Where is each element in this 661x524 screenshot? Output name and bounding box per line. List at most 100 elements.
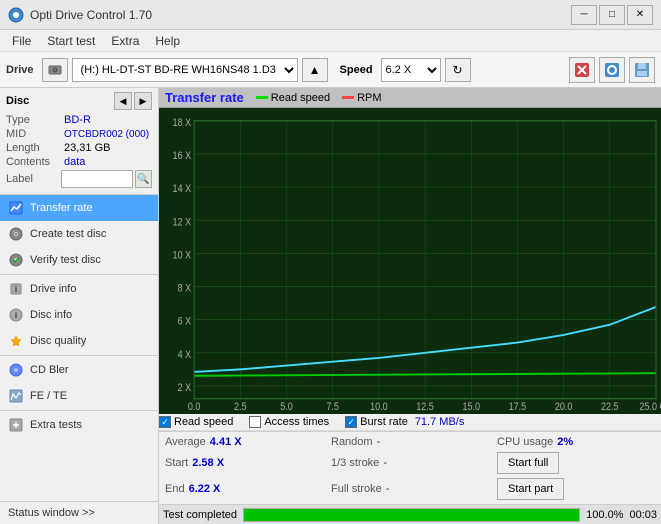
toolbar: Drive (H:) HL-DT-ST BD-RE WH16NS48 1.D3 … [0, 52, 661, 88]
main-layout: Disc ◀ ▶ Type BD-R MID OTCBDR002 (000) L… [0, 88, 661, 524]
full-stroke-val: - [386, 483, 390, 495]
save-button[interactable] [629, 57, 655, 83]
nav-divider-3 [0, 410, 158, 411]
speed-select[interactable]: 6.2 X [381, 58, 441, 82]
nav-create-test-disc[interactable]: Create test disc [0, 221, 158, 247]
progress-track [243, 508, 580, 522]
stroke1-stat: 1/3 stroke - [331, 452, 489, 474]
maximize-button[interactable]: □ [599, 5, 625, 25]
type-value: BD-R [64, 114, 91, 126]
stats-row-3: End 6.22 X Full stroke - Start part [165, 477, 655, 501]
nav-transfer-rate[interactable]: Transfer rate [0, 195, 158, 221]
speed-label: Speed [340, 64, 373, 76]
nav-verify-test-disc[interactable]: Verify test disc [0, 247, 158, 273]
close-button[interactable]: ✕ [627, 5, 653, 25]
nav-disc-info[interactable]: i Disc info [0, 302, 158, 328]
svg-text:0.0: 0.0 [188, 401, 201, 413]
legend-read-speed: Read speed [256, 92, 330, 104]
extra-tests-icon [8, 417, 24, 433]
transfer-rate-icon [8, 200, 24, 216]
start-full-stat: Start full [497, 452, 655, 474]
svg-text:14 X: 14 X [173, 183, 192, 195]
erase-button[interactable] [569, 57, 595, 83]
menu-bar: File Start test Extra Help [0, 30, 661, 52]
stroke1-key: 1/3 stroke [331, 457, 379, 469]
nav-create-disc-label: Create test disc [30, 228, 106, 240]
cd-bler-icon [8, 362, 24, 378]
svg-text:8 X: 8 X [178, 283, 192, 295]
disc-next-btn[interactable]: ▶ [134, 92, 152, 110]
start-full-button[interactable]: Start full [497, 452, 559, 474]
window-controls: ─ □ ✕ [571, 5, 653, 25]
end-key: End [165, 483, 185, 495]
stats-row-1: Average 4.41 X Random - CPU usage 2% [165, 435, 655, 449]
svg-text:20.0: 20.0 [555, 401, 573, 413]
menu-help[interactable]: Help [147, 32, 188, 50]
start-part-button[interactable]: Start part [497, 478, 564, 500]
full-stroke-key: Full stroke [331, 483, 382, 495]
legend-read-label: Read speed [271, 92, 330, 104]
svg-text:10 X: 10 X [173, 250, 192, 262]
legend-rpm: RPM [342, 92, 381, 104]
svg-text:18 X: 18 X [173, 117, 192, 129]
nav-cd-bler[interactable]: CD Bler [0, 357, 158, 383]
menu-extra[interactable]: Extra [103, 32, 147, 50]
nav-fe-te[interactable]: FE / TE [0, 383, 158, 409]
drive-label: Drive [6, 64, 34, 76]
title-bar: Opti Drive Control 1.70 ─ □ ✕ [0, 0, 661, 30]
nav-disc-info-label: Disc info [30, 309, 72, 321]
menu-start-test[interactable]: Start test [39, 32, 103, 50]
nav-verify-disc-label: Verify test disc [30, 254, 101, 266]
cpu-key: CPU usage [497, 436, 553, 448]
burst-rate-checkbox[interactable]: ✓ [345, 416, 357, 428]
access-times-checkbox[interactable] [249, 416, 261, 428]
svg-text:2.5: 2.5 [234, 401, 247, 413]
progress-time: 00:03 [629, 509, 657, 521]
burst-rate-checkbox-item: ✓ Burst rate 71.7 MB/s [345, 416, 464, 428]
disc-prev-btn[interactable]: ◀ [114, 92, 132, 110]
svg-text:i: i [15, 311, 17, 320]
nav-divider-1 [0, 274, 158, 275]
create-disc-icon [8, 226, 24, 242]
svg-text:2 X: 2 X [178, 382, 192, 394]
svg-text:5.0: 5.0 [280, 401, 293, 413]
average-key: Average [165, 436, 206, 448]
drive-icon-btn[interactable] [42, 58, 68, 82]
nav-drive-info[interactable]: i Drive info [0, 276, 158, 302]
nav-extra-tests[interactable]: Extra tests [0, 412, 158, 438]
status-window-button[interactable]: Status window >> [0, 501, 158, 524]
status-window-label: Status window >> [8, 507, 95, 519]
random-key: Random [331, 436, 373, 448]
label-icon-btn[interactable]: 🔍 [135, 170, 152, 188]
access-times-checkbox-item: Access times [249, 416, 329, 428]
content-area: Transfer rate Read speed RPM [159, 88, 661, 524]
read-speed-cb-label: Read speed [174, 416, 233, 428]
legend-read-speed-color [256, 96, 268, 99]
burn-button[interactable] [599, 57, 625, 83]
svg-text:25.0 GB: 25.0 GB [639, 401, 661, 413]
svg-text:i: i [15, 285, 17, 294]
nav-cd-bler-label: CD Bler [30, 364, 69, 376]
nav-transfer-rate-label: Transfer rate [30, 202, 93, 214]
read-speed-checkbox[interactable]: ✓ [159, 416, 171, 428]
minimize-button[interactable]: ─ [571, 5, 597, 25]
label-key: Label [6, 173, 61, 185]
chart-title: Transfer rate [165, 90, 244, 105]
nav-items: Transfer rate Create test disc [0, 195, 158, 501]
refresh-button[interactable]: ↻ [445, 58, 471, 82]
start-part-stat: Start part [497, 478, 655, 500]
progress-bar-container: Test completed 100.0% 00:03 [159, 504, 661, 524]
burst-rate-value: 71.7 MB/s [415, 416, 465, 428]
legend-rpm-label: RPM [357, 92, 381, 104]
drive-select[interactable]: (H:) HL-DT-ST BD-RE WH16NS48 1.D3 [72, 58, 298, 82]
nav-disc-quality[interactable]: Disc quality [0, 328, 158, 354]
svg-text:15.0: 15.0 [462, 401, 480, 413]
access-times-cb-label: Access times [264, 416, 329, 428]
eject-button[interactable]: ▲ [302, 58, 328, 82]
menu-file[interactable]: File [4, 32, 39, 50]
svg-text:4 X: 4 X [178, 349, 192, 361]
checkboxes-row: ✓ Read speed Access times ✓ Burst rate 7… [159, 414, 661, 431]
app-icon [8, 7, 24, 23]
burst-rate-cb-label: Burst rate [360, 416, 408, 428]
label-input[interactable] [61, 170, 133, 188]
